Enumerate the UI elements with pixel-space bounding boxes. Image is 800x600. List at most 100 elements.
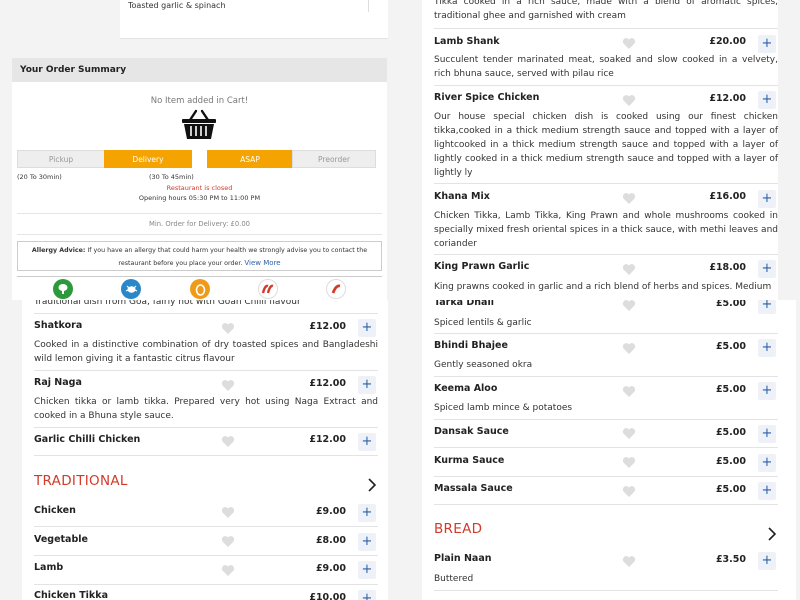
asap-option[interactable]: ASAP (207, 150, 293, 168)
add-item-button[interactable]: + (758, 300, 776, 314)
item-description: Cooked in a distinctive combination of d… (34, 340, 378, 364)
heart-icon[interactable] (622, 485, 636, 498)
heart-icon[interactable] (221, 506, 235, 519)
heart-icon[interactable] (622, 555, 636, 568)
opening-hours: Opening hours 05:30 PM to 11:00 PM (138, 194, 261, 202)
pickup-time: (20 To 30min) (17, 173, 62, 181)
item-description: Succulent tender marinated meat, soaked … (434, 55, 778, 79)
item-description: Our house special chicken dish is cooked… (434, 112, 778, 178)
item-name: Lamb Shank (434, 36, 500, 47)
view-more-link[interactable]: View More (244, 259, 280, 267)
item-name: River Spice Chicken (434, 92, 540, 103)
menu-item-card-partial: Toasted garlic & spinach (120, 0, 388, 39)
item-price: £5.00 (715, 300, 746, 309)
item-description: Spiced lamb mince & potatoes (434, 403, 573, 413)
add-item-button[interactable]: + (758, 91, 776, 109)
preorder-option[interactable]: Preorder (292, 150, 376, 168)
add-item-button[interactable]: + (358, 376, 376, 394)
add-item-button[interactable]: + (758, 339, 776, 357)
chevron-right-icon[interactable] (367, 478, 377, 492)
add-item-button[interactable]: + (758, 454, 776, 472)
heart-icon[interactable] (221, 322, 235, 335)
heart-icon[interactable] (622, 456, 636, 469)
item-price: £20.00 (709, 36, 746, 47)
add-item-button[interactable]: + (758, 382, 776, 400)
item-price: £12.00 (709, 93, 746, 104)
item-description: Toasted garlic & spinach (128, 1, 226, 10)
item-price: £16.00 (709, 191, 746, 202)
menu-tile-sides: Tarka Dhall £5.00 + Spiced lentils & gar… (400, 300, 800, 600)
menu-tile-traditional: Traditional dish from Goa, fairly hot wi… (0, 300, 400, 600)
pickup-option[interactable]: Pickup (17, 150, 105, 168)
item-price: £12.00 (309, 434, 346, 445)
category-heading[interactable]: TRADITIONAL (34, 473, 128, 489)
item-name: Khana Mix (434, 191, 490, 202)
item-description: Buttered (434, 574, 474, 584)
delivery-option[interactable]: Delivery (104, 150, 192, 168)
add-item-button[interactable]: + (358, 533, 376, 551)
menu-tile-specials: Tikka cooked in a rich sauce, made with … (400, 0, 800, 300)
heart-icon[interactable] (221, 379, 235, 392)
empty-cart-message: No Item added in Cart! (150, 96, 249, 106)
item-name: Kurma Sauce (434, 455, 505, 466)
item-price: £18.00 (709, 262, 746, 273)
add-item-button[interactable]: + (758, 482, 776, 500)
category-heading[interactable]: BREAD (434, 521, 482, 537)
item-name: Lamb (34, 562, 64, 573)
add-item-button[interactable]: + (358, 319, 376, 337)
item-name: Chicken (34, 505, 76, 516)
item-name: Keema Aloo (434, 383, 498, 394)
item-name: Plain Naan (434, 553, 492, 564)
item-description: Traditional dish from Goa, fairly hot wi… (34, 300, 301, 307)
item-price: £10.00 (309, 592, 346, 600)
add-item-button[interactable]: + (358, 561, 376, 579)
add-item-button[interactable]: + (758, 425, 776, 443)
add-item-button[interactable]: + (358, 590, 376, 600)
hot-chilli-icon[interactable] (326, 279, 346, 299)
item-name: Bhindi Bhajee (434, 340, 508, 351)
item-name: Raj Naga (34, 377, 82, 388)
order-summary-title: Your Order Summary (12, 58, 387, 82)
item-name: Garlic Chilli Chicken (34, 434, 141, 445)
egg-icon[interactable] (190, 279, 210, 299)
item-name: Chicken Tikka (34, 590, 108, 600)
add-item-button[interactable]: + (358, 504, 376, 522)
item-description: Spiced lentils & garlic (434, 318, 532, 328)
heart-icon[interactable] (622, 385, 636, 398)
vegetarian-icon[interactable] (53, 279, 73, 299)
spicy-icon[interactable] (258, 279, 278, 299)
item-price: £8.00 (315, 535, 346, 546)
item-description: Tikka cooked in a rich sauce, made with … (434, 0, 778, 21)
delivery-time: (30 To 45min) (149, 173, 194, 181)
add-item-button[interactable]: + (758, 190, 776, 208)
item-name: Dansak Sauce (434, 426, 509, 437)
heart-icon[interactable] (221, 535, 235, 548)
add-item-button[interactable]: + (758, 552, 776, 570)
item-description: Chicken Tikka, Lamb Tikka, King Prawn an… (434, 211, 778, 249)
heart-icon[interactable] (622, 94, 636, 107)
heart-icon[interactable] (221, 435, 235, 448)
item-name: Tarka Dhall (434, 300, 494, 308)
add-item-button[interactable]: + (758, 260, 776, 278)
add-item-button[interactable]: + (758, 35, 776, 53)
heart-icon[interactable] (622, 300, 636, 312)
allergy-advice-box: Allergy Advice: If you have an allergy t… (17, 241, 382, 271)
chevron-right-icon[interactable] (767, 527, 777, 541)
allergy-label: Allergy Advice: (31, 247, 86, 254)
heart-icon[interactable] (622, 192, 636, 205)
item-description: King prawns cooked in garlic and a rich … (434, 282, 772, 292)
add-item-button[interactable]: + (358, 433, 376, 451)
heart-icon[interactable] (622, 342, 636, 355)
item-price: £5.00 (715, 427, 746, 438)
allergy-text-2: restaurant before you place your order. (118, 260, 243, 267)
heart-icon[interactable] (622, 427, 636, 440)
seafood-icon[interactable] (121, 279, 141, 299)
item-price: £5.00 (715, 456, 746, 467)
item-name: Shatkora (34, 320, 83, 331)
item-price: £5.00 (715, 341, 746, 352)
heart-icon[interactable] (622, 37, 636, 50)
item-price: £9.00 (315, 563, 346, 574)
heart-icon[interactable] (221, 564, 235, 577)
item-price: £12.00 (309, 378, 346, 389)
heart-icon[interactable] (622, 263, 636, 276)
